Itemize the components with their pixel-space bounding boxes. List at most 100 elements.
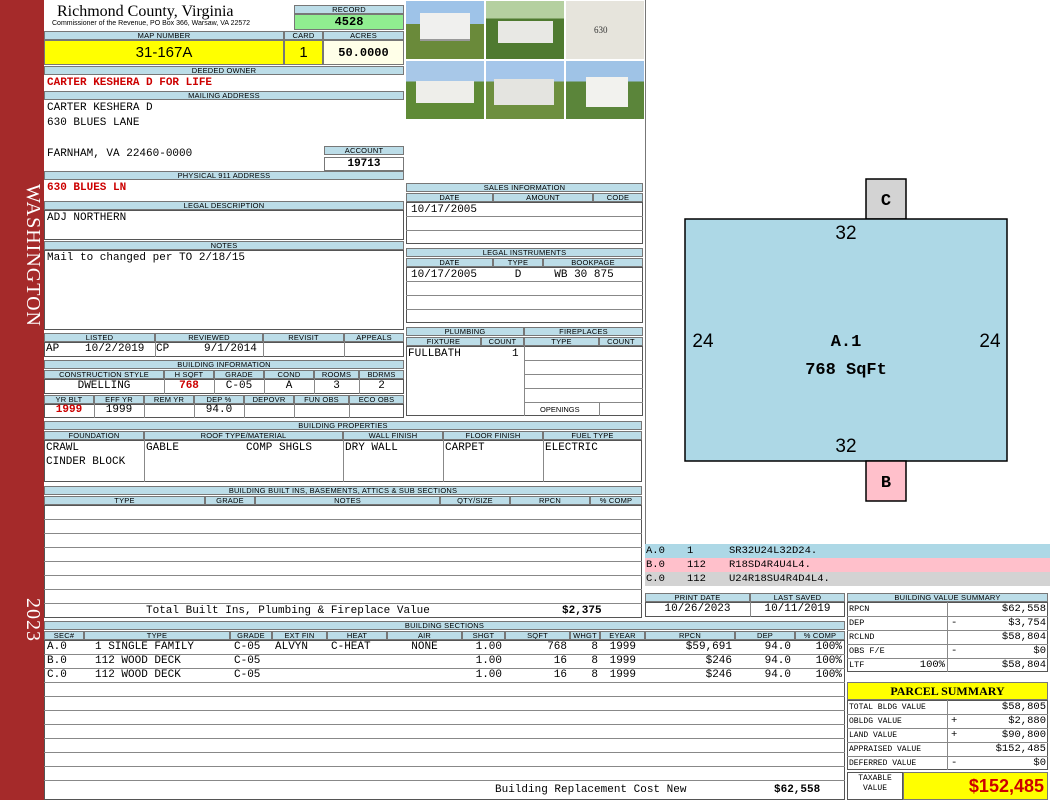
plumbing-h-count: COUNT [481,337,524,346]
bp-h-floor: FLOOR FINISH [443,431,543,440]
listed-date: 10/2/2019 [85,343,145,355]
district-sidebar: WASHINGTON 2023 [0,0,44,800]
county-address: Commissioner of the Revenue, PO Box 366,… [52,20,251,27]
print-date-value: 10/26/2023 [664,603,731,615]
fireplaces-openings-label: OPENINGS [540,405,580,414]
section-a-label: A.1 [831,333,862,352]
bp-roof-type: GABLE [146,442,180,454]
replacement-cost-label: Building Replacement Cost New [495,784,687,796]
bs-h-dep: DEP [735,631,795,640]
record-label: RECORD [294,5,404,14]
last-saved-value: 10/11/2019 [764,603,831,615]
li-h-bookpage: BOOKPAGE [543,258,643,267]
photo-outbuilding[interactable] [565,60,645,120]
reviewed-by: CP [156,343,170,355]
photo-shed[interactable] [405,0,485,60]
bi-h-depovr: DEPOVR [244,395,294,404]
photo-home-front[interactable] [485,0,565,60]
district-name: WASHINGTON [22,183,44,327]
account-value: 19713 [324,157,404,171]
dim-right: 24 [979,331,1001,352]
li-bookpage: WB 30 875 [554,269,614,281]
bs-h-type: TYPE [84,631,230,640]
bi-h-bdrms: BDRMS [359,370,404,379]
acres-label: ACRES [323,31,404,40]
bs-h-sqft: SQFT [505,631,570,640]
bi-rooms: 3 [333,380,340,392]
section-b-label: B [881,474,891,493]
physical-address-value: 630 BLUES LN [47,182,127,194]
building-properties-label: BUILDING PROPERTIES [44,421,642,430]
reviewed-date: 9/1/2014 [204,343,257,355]
vector-row-c: C.0 112 U24R18SU4R4D4L4. [645,572,1050,586]
builtins-h-comp: % COMP [590,496,642,505]
last-saved-label: LAST SAVED [750,593,845,602]
deeded-owner-label: DEEDED OWNER [44,66,404,75]
builtins-h-rpcn: RPCN [510,496,590,505]
li-date: 10/17/2005 [411,269,478,281]
bi-hsqft: 768 [179,380,199,392]
sales-h-amount: AMOUNT [493,193,593,202]
bp-wall: DRY WALL [345,442,398,454]
bs-h-sec: SEC# [44,631,84,640]
bi-yrblt: 1999 [55,404,83,416]
bs-h-eyear: EYEAR [600,631,645,640]
section-c-label: C [881,192,891,211]
dim-left: 24 [692,331,714,352]
li-h-type: TYPE [493,258,543,267]
listed-label: LISTED [44,333,155,342]
dim-top: 32 [835,223,856,244]
building-info-label: BUILDING INFORMATION [44,360,404,369]
bp-foundation-2: CINDER BLOCK [46,456,126,468]
bi-h-rooms: ROOMS [314,370,359,379]
bp-h-foundation: FOUNDATION [44,431,144,440]
photo-caption: 630 [594,25,608,35]
bs-h-air: AIR [387,631,462,640]
building-sections-label: BUILDING SECTIONS [44,621,845,630]
fireplaces-label: FIREPLACES [524,327,643,336]
bi-h-cond: COND [264,370,314,379]
li-h-date: DATE [406,258,493,267]
builtins-h-qty: QTY/SIZE [440,496,510,505]
bp-fuel: ELECTRIC [545,442,598,454]
sketch-area: C B 32 32 24 24 A.1 768 SqFt [645,0,1050,545]
vector-row-a: A.0 1 SR32U24L32D24. [645,544,1050,558]
bp-foundation-1: CRAWL [46,442,80,454]
replacement-cost-value: $62,558 [774,784,821,796]
bp-roof-material: COMP SHGLS [246,442,313,454]
card-value: 1 [284,40,323,65]
parcel-summary-label: PARCEL SUMMARY [847,682,1048,700]
mailing-line-1: CARTER KESHERA D [47,102,153,114]
revisit-label: REVISIT [263,333,344,342]
bi-h-remyr: REM YR [144,395,194,404]
vector-row-b: B.0 112 R18SD4R4U4L4. [645,558,1050,572]
builtins-total-value: $2,375 [562,605,602,617]
legal-description-label: LEGAL DESCRIPTION [44,201,404,210]
map-number-label: MAP NUMBER [44,31,284,40]
physical-address-label: PHYSICAL 911 ADDRESS [44,171,404,180]
tax-year: 2023 [22,598,44,642]
notes-value: Mail to changed per TO 2/18/15 [47,252,246,264]
floor-plan-sketch[interactable]: C B 32 32 24 24 A.1 768 SqFt [646,0,1050,545]
plumbing-label: PLUMBING [406,327,524,336]
bi-h-grade: GRADE [214,370,264,379]
taxable-label-2: VALUE [862,784,887,793]
photo-address-sign[interactable]: 630 [565,0,645,60]
bs-h-comp: % COMP [795,631,845,640]
bi-h-hsqft: H SQFT [164,370,214,379]
fireplaces-h-type: TYPE [524,337,599,346]
reviewed-label: REVIEWED [155,333,263,342]
fireplaces-h-count: COUNT [599,337,643,346]
bi-cond: A [285,380,293,392]
photo-home-side[interactable] [405,60,485,120]
builtins-h-grade: GRADE [205,496,255,505]
bs-h-heat: HEAT [327,631,387,640]
bs-h-grade: GRADE [230,631,272,640]
bp-h-wall: WALL FINISH [343,431,443,440]
appeals-label: APPEALS [344,333,404,342]
sales-h-date: DATE [406,193,493,202]
bs-h-rpcn: RPCN [645,631,735,640]
bs-h-shgt: SHGT [462,631,505,640]
photo-home-rear[interactable] [485,60,565,120]
county-name: Richmond County, Virginia [57,3,234,20]
